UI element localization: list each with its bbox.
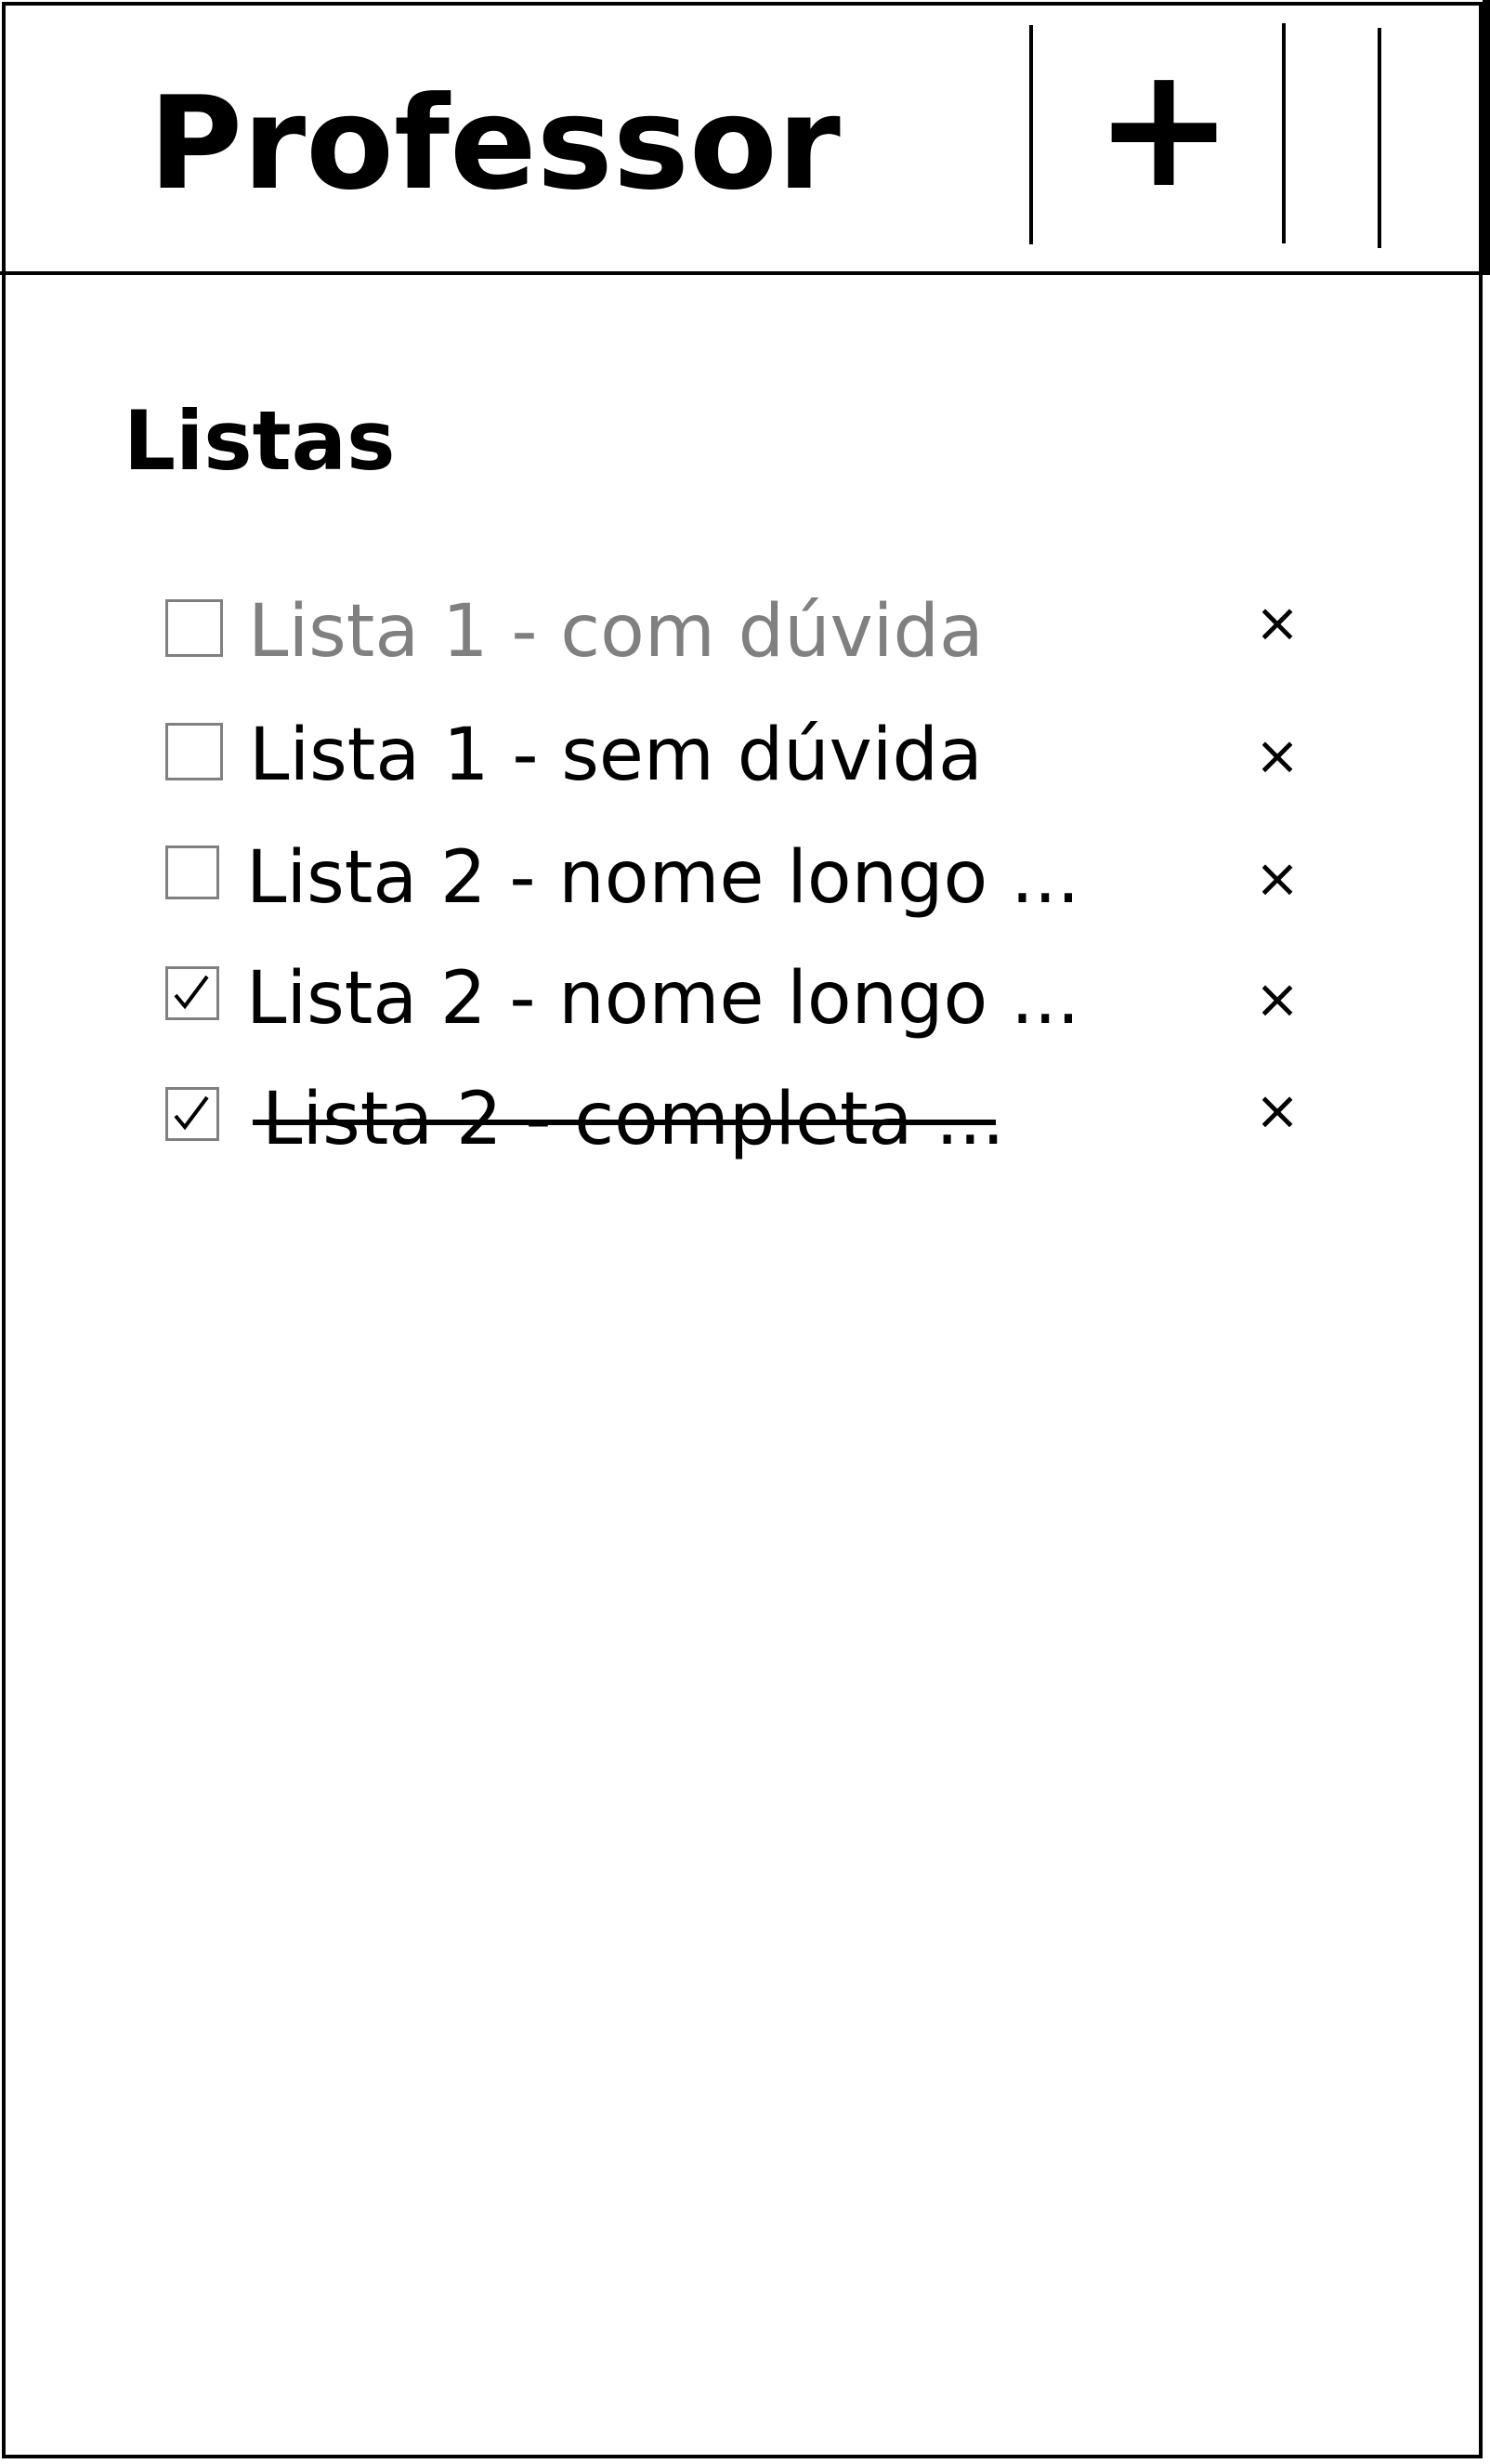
list-checkbox[interactable] xyxy=(165,845,219,899)
checkmark-icon xyxy=(174,1095,209,1131)
list-item: Lista 2 - nome longo ... × xyxy=(158,948,1328,1050)
list-item-label[interactable]: Lista 2 - nome longo ... xyxy=(246,832,1079,924)
section-title: Listas xyxy=(124,393,396,489)
delete-icon[interactable]: × xyxy=(1249,595,1305,650)
list-item-label[interactable]: Lista 1 - sem dúvida xyxy=(249,709,983,802)
app-header: Professor + xyxy=(0,0,1490,275)
list-checkbox[interactable] xyxy=(165,723,223,780)
delete-icon[interactable]: × xyxy=(1249,727,1305,783)
list-item: Lista 1 - com dúvida × xyxy=(158,581,1328,683)
list-item: Lista 2 - nome longo ... × xyxy=(158,827,1328,929)
list-item-label[interactable]: Lista 2 - nome longo ... xyxy=(246,952,1079,1045)
add-list-button[interactable]: + xyxy=(1094,37,1235,219)
header-divider xyxy=(1282,23,1286,243)
header-divider xyxy=(1029,25,1033,244)
delete-icon[interactable]: × xyxy=(1249,971,1305,1027)
page-title: Professor xyxy=(149,69,841,218)
delete-icon[interactable]: × xyxy=(1249,850,1305,906)
list-checkbox[interactable] xyxy=(165,1087,219,1141)
list-item-label[interactable]: Lista 1 - com dúvida xyxy=(248,585,984,678)
list-item: Lista 1 - sem dúvida × xyxy=(158,704,1328,806)
list-checkbox[interactable] xyxy=(165,966,219,1020)
delete-icon[interactable]: × xyxy=(1249,1082,1305,1138)
header-divider xyxy=(1378,28,1381,248)
header-edge xyxy=(1483,0,1490,275)
list-item: Lista 2 - completa ... × xyxy=(158,1068,1328,1171)
app-frame xyxy=(2,2,1483,2458)
list-checkbox[interactable] xyxy=(165,599,223,657)
strikethrough-line xyxy=(253,1120,996,1125)
checkmark-icon xyxy=(174,975,209,1010)
